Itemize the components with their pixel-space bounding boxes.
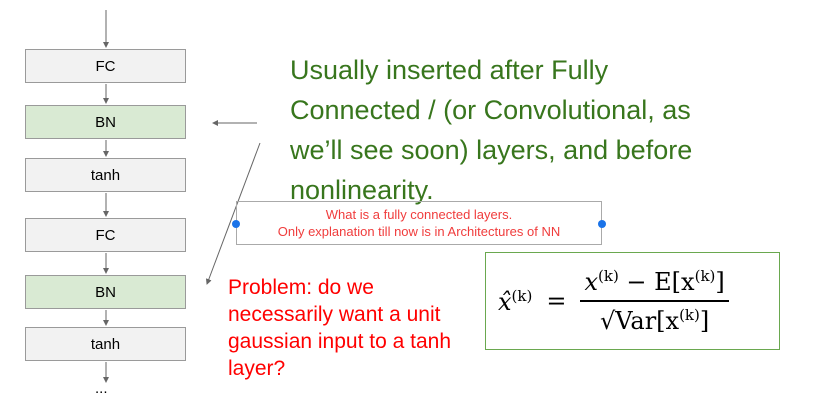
formula-lhs: x̂(k) xyxy=(498,286,533,316)
formula-denominator: √Var[x(k)] xyxy=(599,306,710,335)
layer-fc-1: FC xyxy=(25,49,186,83)
note-line: Connected / (or Convolutional, as xyxy=(290,95,691,125)
bn-formula: x̂(k) = x(k) − E[x(k)] √Var[x(k)] xyxy=(485,252,780,350)
bn-placement-note: Usually inserted after Fully Connected /… xyxy=(290,50,790,210)
layer-bn-1: BN xyxy=(25,105,186,139)
layer-bn-2: BN xyxy=(25,275,186,309)
comment-textbox[interactable]: What is a fully connected layers. Only e… xyxy=(232,201,606,245)
resize-handle-left[interactable] xyxy=(232,220,240,228)
layer-tanh-1: tanh xyxy=(25,158,186,192)
resize-handle-right[interactable] xyxy=(598,220,606,228)
problem-text: Problem: do we necessarily want a unit g… xyxy=(228,276,452,380)
formula-fraction: x(k) − E[x(k)] √Var[x(k)] xyxy=(580,267,729,335)
comment-line: What is a fully connected layers. xyxy=(325,207,513,222)
formula-equals: = xyxy=(546,287,567,315)
layer-fc-2: FC xyxy=(25,218,186,252)
layer-tanh-2: tanh xyxy=(25,327,186,361)
formula-numerator: x(k) − E[x(k)] xyxy=(580,267,729,302)
note-line: we’ll see soon) layers, and before xyxy=(290,135,693,165)
comment-line: Only explanation till now is in Architec… xyxy=(277,224,561,239)
note-line: Usually inserted after Fully xyxy=(290,55,609,85)
continuation-dots: ... xyxy=(95,380,108,397)
